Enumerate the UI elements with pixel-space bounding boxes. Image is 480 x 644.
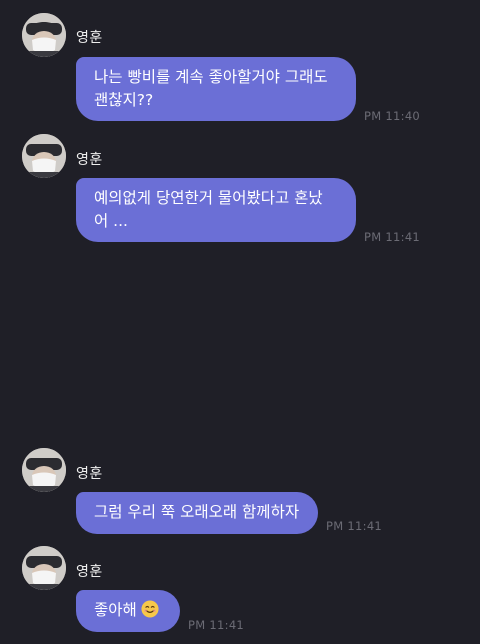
timestamp: PM 11:40: [364, 109, 421, 123]
profile-photo-icon: [22, 134, 66, 178]
avatar[interactable]: [22, 134, 66, 178]
profile-photo-icon: [22, 13, 66, 57]
smiling-face-emoji-icon: [141, 600, 159, 618]
timestamp: PM 11:41: [364, 230, 421, 244]
message-bubble[interactable]: 나는 빵비를 계속 좋아할거야 그래도 괜찮지??: [76, 57, 356, 121]
avatar[interactable]: [22, 448, 66, 492]
message-bubble[interactable]: 그럼 우리 쭉 오래오래 함께하자: [76, 492, 318, 534]
avatar[interactable]: [22, 13, 66, 57]
sender-name: 영훈: [76, 564, 103, 580]
profile-photo-icon: [22, 546, 66, 590]
timestamp: PM 11:41: [188, 618, 245, 632]
profile-photo-icon: [22, 448, 66, 492]
message-text-line: 괜찮지??: [94, 91, 154, 109]
message-text: 좋아해: [94, 601, 137, 619]
sender-name: 영훈: [76, 466, 103, 482]
message-text-line: 어 ...: [94, 212, 128, 230]
message-bubble[interactable]: 예의없게 당연한거 물어봤다고 혼났 어 ...: [76, 178, 356, 242]
sender-name: 영훈: [76, 152, 103, 168]
message-text-line: 예의없게 당연한거 물어봤다고 혼났: [94, 189, 323, 207]
message-bubble[interactable]: 좋아해: [76, 590, 180, 632]
sender-name: 영훈: [76, 30, 103, 46]
message-text-line: 나는 빵비를 계속 좋아할거야 그래도: [94, 68, 328, 86]
message-text-line: 그럼 우리 쭉 오래오래 함께하자: [94, 503, 300, 521]
timestamp: PM 11:41: [326, 519, 383, 533]
avatar[interactable]: [22, 546, 66, 590]
